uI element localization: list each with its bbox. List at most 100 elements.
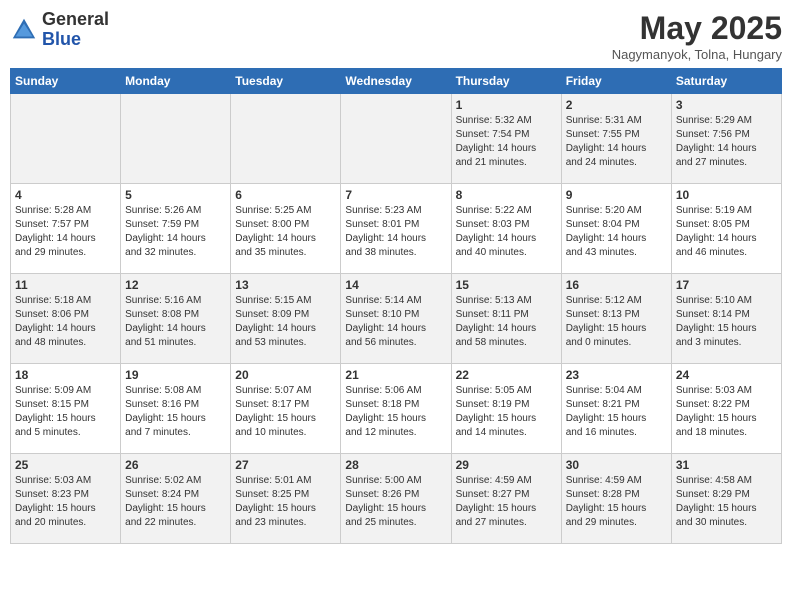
day-info: Sunrise: 5:18 AM Sunset: 8:06 PM Dayligh…	[15, 294, 116, 350]
day-cell: 3 Sunrise: 5:29 AM Sunset: 7:56 PM Daylig…	[671, 94, 781, 184]
location: Nagymanyok, Tolna, Hungary	[612, 47, 782, 62]
day-number: 7	[345, 188, 446, 202]
day-cell: 6 Sunrise: 5:25 AM Sunset: 8:00 PM Daylig…	[231, 184, 341, 274]
day-cell: 30Sunrise: 4:59 AM Sunset: 8:28 PM Dayli…	[561, 454, 671, 544]
day-info: Sunrise: 5:19 AM Sunset: 8:05 PM Dayligh…	[676, 204, 777, 260]
day-number: 16	[566, 278, 667, 292]
day-number: 20	[235, 368, 336, 382]
day-cell: 2 Sunrise: 5:31 AM Sunset: 7:55 PM Daylig…	[561, 94, 671, 184]
day-info: Sunrise: 5:23 AM Sunset: 8:01 PM Dayligh…	[345, 204, 446, 260]
day-info: Sunrise: 5:10 AM Sunset: 8:14 PM Dayligh…	[676, 294, 777, 350]
day-info: Sunrise: 5:14 AM Sunset: 8:10 PM Dayligh…	[345, 294, 446, 350]
title-block: May 2025 Nagymanyok, Tolna, Hungary	[612, 10, 782, 62]
day-info: Sunrise: 5:12 AM Sunset: 8:13 PM Dayligh…	[566, 294, 667, 350]
day-cell: 10 Sunrise: 5:19 AM Sunset: 8:05 PM Dayli…	[671, 184, 781, 274]
day-cell: 29 Sunrise: 4:59 AM Sunset: 8:27 PM Dayli…	[451, 454, 561, 544]
day-info: Sunrise: 5:07 AM Sunset: 8:17 PM Dayligh…	[235, 384, 336, 440]
day-info: Sunrise: 5:20 AM Sunset: 8:04 PM Dayligh…	[566, 204, 667, 260]
day-cell	[231, 94, 341, 184]
day-number: 27	[235, 458, 336, 472]
day-info: Sunrise: 5:31 AM Sunset: 7:55 PM Dayligh…	[566, 114, 667, 170]
header-row: SundayMondayTuesdayWednesdayThursdayFrid…	[11, 69, 782, 94]
day-number: 14	[345, 278, 446, 292]
week-row-2: 4Sunrise: 5:28 AM Sunset: 7:57 PM Daylig…	[11, 184, 782, 274]
day-number: 29	[456, 458, 557, 472]
day-cell	[121, 94, 231, 184]
day-number: 23	[566, 368, 667, 382]
day-number: 8	[456, 188, 557, 202]
day-cell: 16 Sunrise: 5:12 AM Sunset: 8:13 PM Dayli…	[561, 274, 671, 364]
day-number: 15	[456, 278, 557, 292]
day-cell: 4Sunrise: 5:28 AM Sunset: 7:57 PM Daylig…	[11, 184, 121, 274]
day-cell: 14 Sunrise: 5:14 AM Sunset: 8:10 PM Dayli…	[341, 274, 451, 364]
day-number: 12	[125, 278, 226, 292]
day-cell: 18 Sunrise: 5:09 AM Sunset: 8:15 PM Dayli…	[11, 364, 121, 454]
day-cell: 25Sunrise: 5:03 AM Sunset: 8:23 PM Dayli…	[11, 454, 121, 544]
day-cell: 13 Sunrise: 5:15 AM Sunset: 8:09 PM Dayli…	[231, 274, 341, 364]
logo-text: General Blue	[42, 10, 109, 50]
col-header-monday: Monday	[121, 69, 231, 94]
day-cell	[341, 94, 451, 184]
day-number: 1	[456, 98, 557, 112]
day-info: Sunrise: 4:58 AM Sunset: 8:29 PM Dayligh…	[676, 474, 777, 530]
day-number: 25	[15, 458, 116, 472]
day-cell: 15 Sunrise: 5:13 AM Sunset: 8:11 PM Dayli…	[451, 274, 561, 364]
day-cell: 7 Sunrise: 5:23 AM Sunset: 8:01 PM Daylig…	[341, 184, 451, 274]
week-row-5: 25Sunrise: 5:03 AM Sunset: 8:23 PM Dayli…	[11, 454, 782, 544]
day-number: 18	[15, 368, 116, 382]
day-cell: 12 Sunrise: 5:16 AM Sunset: 8:08 PM Dayli…	[121, 274, 231, 364]
day-cell: 22 Sunrise: 5:05 AM Sunset: 8:19 PM Dayli…	[451, 364, 561, 454]
day-cell: 23Sunrise: 5:04 AM Sunset: 8:21 PM Dayli…	[561, 364, 671, 454]
day-number: 2	[566, 98, 667, 112]
day-cell: 11Sunrise: 5:18 AM Sunset: 8:06 PM Dayli…	[11, 274, 121, 364]
day-number: 6	[235, 188, 336, 202]
calendar-table: SundayMondayTuesdayWednesdayThursdayFrid…	[10, 68, 782, 544]
day-cell: 17 Sunrise: 5:10 AM Sunset: 8:14 PM Dayli…	[671, 274, 781, 364]
day-info: Sunrise: 5:05 AM Sunset: 8:19 PM Dayligh…	[456, 384, 557, 440]
day-info: Sunrise: 5:15 AM Sunset: 8:09 PM Dayligh…	[235, 294, 336, 350]
day-number: 28	[345, 458, 446, 472]
day-info: Sunrise: 5:25 AM Sunset: 8:00 PM Dayligh…	[235, 204, 336, 260]
logo: General Blue	[10, 10, 109, 50]
day-number: 10	[676, 188, 777, 202]
day-info: Sunrise: 5:13 AM Sunset: 8:11 PM Dayligh…	[456, 294, 557, 350]
day-info: Sunrise: 5:16 AM Sunset: 8:08 PM Dayligh…	[125, 294, 226, 350]
day-cell: 8 Sunrise: 5:22 AM Sunset: 8:03 PM Daylig…	[451, 184, 561, 274]
day-cell: 9 Sunrise: 5:20 AM Sunset: 8:04 PM Daylig…	[561, 184, 671, 274]
day-number: 17	[676, 278, 777, 292]
day-cell	[11, 94, 121, 184]
day-number: 9	[566, 188, 667, 202]
day-cell: 24Sunrise: 5:03 AM Sunset: 8:22 PM Dayli…	[671, 364, 781, 454]
day-number: 21	[345, 368, 446, 382]
day-number: 22	[456, 368, 557, 382]
day-number: 26	[125, 458, 226, 472]
day-info: Sunrise: 5:28 AM Sunset: 7:57 PM Dayligh…	[15, 204, 116, 260]
day-number: 3	[676, 98, 777, 112]
day-info: Sunrise: 5:08 AM Sunset: 8:16 PM Dayligh…	[125, 384, 226, 440]
day-number: 31	[676, 458, 777, 472]
page-header: General Blue May 2025 Nagymanyok, Tolna,…	[10, 10, 782, 62]
day-cell: 26Sunrise: 5:02 AM Sunset: 8:24 PM Dayli…	[121, 454, 231, 544]
col-header-tuesday: Tuesday	[231, 69, 341, 94]
day-number: 5	[125, 188, 226, 202]
day-cell: 28Sunrise: 5:00 AM Sunset: 8:26 PM Dayli…	[341, 454, 451, 544]
day-info: Sunrise: 5:09 AM Sunset: 8:15 PM Dayligh…	[15, 384, 116, 440]
col-header-thursday: Thursday	[451, 69, 561, 94]
day-info: Sunrise: 5:01 AM Sunset: 8:25 PM Dayligh…	[235, 474, 336, 530]
day-cell: 1Sunrise: 5:32 AM Sunset: 7:54 PM Daylig…	[451, 94, 561, 184]
day-info: Sunrise: 5:29 AM Sunset: 7:56 PM Dayligh…	[676, 114, 777, 170]
col-header-friday: Friday	[561, 69, 671, 94]
logo-general: General	[42, 9, 109, 29]
month-title: May 2025	[612, 10, 782, 47]
col-header-saturday: Saturday	[671, 69, 781, 94]
logo-blue: Blue	[42, 29, 81, 49]
day-number: 30	[566, 458, 667, 472]
day-info: Sunrise: 5:26 AM Sunset: 7:59 PM Dayligh…	[125, 204, 226, 260]
day-info: Sunrise: 4:59 AM Sunset: 8:27 PM Dayligh…	[456, 474, 557, 530]
day-info: Sunrise: 5:22 AM Sunset: 8:03 PM Dayligh…	[456, 204, 557, 260]
week-row-4: 18 Sunrise: 5:09 AM Sunset: 8:15 PM Dayli…	[11, 364, 782, 454]
day-cell: 31 Sunrise: 4:58 AM Sunset: 8:29 PM Dayli…	[671, 454, 781, 544]
day-number: 13	[235, 278, 336, 292]
day-number: 24	[676, 368, 777, 382]
day-cell: 27 Sunrise: 5:01 AM Sunset: 8:25 PM Dayli…	[231, 454, 341, 544]
